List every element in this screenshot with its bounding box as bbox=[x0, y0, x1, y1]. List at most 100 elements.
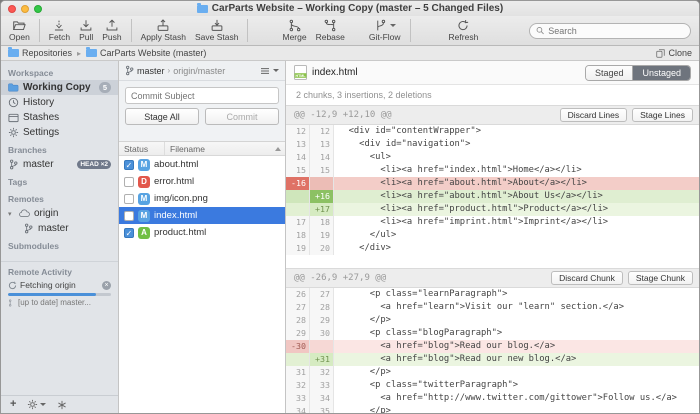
stage-all-button[interactable]: Stage All bbox=[125, 108, 199, 125]
push-icon bbox=[105, 19, 119, 32]
new-line-number bbox=[310, 340, 334, 353]
file-row[interactable]: Mindex.html bbox=[119, 207, 285, 224]
diff-line[interactable]: -30 <a href="blog">Read our blog.</a> bbox=[286, 340, 699, 353]
minimize-window-button[interactable] bbox=[21, 5, 29, 13]
unstaged-tab[interactable]: Unstaged bbox=[632, 66, 690, 80]
cancel-activity-button[interactable]: × bbox=[102, 281, 111, 290]
settings-label: Settings bbox=[23, 127, 59, 138]
tracking-branch-label: origin/master bbox=[173, 66, 225, 76]
code-text: <a href="learn">Visit our "learn" sectio… bbox=[334, 301, 699, 314]
remotes-section-header: Remotes bbox=[1, 189, 118, 206]
open-button[interactable]: Open bbox=[9, 19, 30, 42]
breadcrumb-separator: ▸ bbox=[77, 49, 81, 58]
actions-asterisk-icon[interactable] bbox=[57, 400, 67, 410]
stage-checkbox[interactable]: ✓ bbox=[124, 228, 134, 238]
diff-line[interactable]: 3132 </p> bbox=[286, 366, 699, 379]
svg-text:HTML: HTML bbox=[296, 74, 307, 78]
commit-subject-input[interactable] bbox=[125, 87, 279, 104]
stage-checkbox[interactable] bbox=[124, 211, 134, 221]
breadcrumb-current-label: CarParts Website (master) bbox=[100, 48, 206, 58]
chunk-header-1: @@ -12,9 +12,10 @@ Discard Lines Stage L… bbox=[286, 105, 699, 125]
pull-button[interactable]: Pull bbox=[79, 19, 93, 42]
stage-chunk-button[interactable]: Stage Chunk bbox=[628, 271, 693, 285]
title-bar: CarParts Website – Working Copy (master … bbox=[1, 1, 699, 16]
folder-icon bbox=[86, 49, 97, 57]
sidebar-item-remote-master[interactable]: master bbox=[1, 221, 118, 236]
gitflow-button[interactable]: Git-Flow bbox=[369, 19, 401, 42]
rebase-button[interactable]: Rebase bbox=[316, 19, 345, 42]
diff-line[interactable]: 3233 <p class="twitterParagraph"> bbox=[286, 379, 699, 392]
commit-button[interactable]: Commit bbox=[205, 108, 279, 125]
search-field[interactable] bbox=[529, 23, 691, 39]
sidebar-item-working-copy[interactable]: Working Copy 5 bbox=[1, 80, 118, 95]
stage-checkbox[interactable] bbox=[124, 194, 134, 204]
filename-column-header[interactable]: Filename bbox=[165, 144, 285, 154]
view-options-button[interactable] bbox=[260, 67, 279, 75]
diff-line[interactable]: 1414 <ul> bbox=[286, 151, 699, 164]
activity-status-row: [up to date] master... bbox=[1, 297, 118, 308]
sidebar-item-stashes[interactable]: Stashes bbox=[1, 110, 118, 125]
sidebar-item-settings[interactable]: Settings bbox=[1, 125, 118, 140]
sidebar-item-history[interactable]: History bbox=[1, 95, 118, 110]
code-text: <li><a href="product.html">Product</a></… bbox=[334, 203, 699, 216]
file-row[interactable]: Mimg/icon.png bbox=[119, 190, 285, 207]
search-input[interactable] bbox=[548, 26, 684, 36]
diff-chunk-rows: 1212 <div id="contentWrapper">1313 <div … bbox=[286, 125, 699, 255]
branch-bar[interactable]: master › origin/master bbox=[119, 61, 285, 81]
close-window-button[interactable] bbox=[8, 5, 16, 13]
breadcrumb-current-repo[interactable]: CarParts Website (master) bbox=[86, 48, 206, 58]
code-text: <p class="twitterParagraph"> bbox=[334, 379, 699, 392]
discard-chunk-button[interactable]: Discard Chunk bbox=[551, 271, 623, 285]
toolbar-divider bbox=[247, 19, 248, 42]
apply-stash-label: Apply Stash bbox=[141, 33, 186, 42]
diff-line[interactable]: 1212 <div id="contentWrapper"> bbox=[286, 125, 699, 138]
file-status-badge: M bbox=[138, 193, 150, 205]
diff-line[interactable]: 2627 <p class="learnParagraph"> bbox=[286, 288, 699, 301]
merge-button[interactable]: Merge bbox=[282, 19, 306, 42]
new-line-number: +16 bbox=[310, 190, 334, 203]
push-button[interactable]: Push bbox=[102, 19, 121, 42]
sidebar-item-branch-master[interactable]: master HEAD ×2 bbox=[1, 157, 118, 172]
file-row[interactable]: ✓Mabout.html bbox=[119, 156, 285, 173]
diff-line[interactable]: 1920 </div> bbox=[286, 242, 699, 255]
pull-icon bbox=[79, 19, 93, 32]
add-repository-button[interactable]: + bbox=[10, 399, 16, 410]
apply-stash-icon bbox=[156, 19, 170, 32]
disclosure-triangle-icon[interactable]: ▾ bbox=[8, 210, 15, 218]
diff-line[interactable]: 1515 <li><a href="index.html">Home</a></… bbox=[286, 164, 699, 177]
diff-line[interactable]: +16 <li><a href="about.html">About Us</a… bbox=[286, 190, 699, 203]
status-column-header[interactable]: Status bbox=[119, 142, 165, 155]
stage-lines-button[interactable]: Stage Lines bbox=[632, 108, 693, 122]
sidebar: Workspace Working Copy 5 History Stashes… bbox=[1, 61, 119, 413]
diff-line[interactable]: 2829 </p> bbox=[286, 314, 699, 327]
diff-line[interactable]: 3334 <a href="http://www.twitter.com/git… bbox=[286, 392, 699, 405]
sidebar-settings-button[interactable] bbox=[27, 399, 46, 410]
sidebar-item-remote-origin[interactable]: ▾ origin bbox=[1, 206, 118, 221]
stage-checkbox[interactable] bbox=[124, 177, 134, 187]
discard-lines-button[interactable]: Discard Lines bbox=[560, 108, 628, 122]
diff-line[interactable]: +17 <li><a href="product.html">Product</… bbox=[286, 203, 699, 216]
tags-section-header: Tags bbox=[1, 172, 118, 189]
file-row[interactable]: ✓Aproduct.html bbox=[119, 224, 285, 241]
stage-checkbox[interactable]: ✓ bbox=[124, 160, 134, 170]
diff-line[interactable]: +31 <a href="blog">Read our new blog.</a… bbox=[286, 353, 699, 366]
zoom-window-button[interactable] bbox=[34, 5, 42, 13]
diff-line[interactable]: -16 <li><a href="about.html">About</a></… bbox=[286, 177, 699, 190]
diff-line[interactable]: 3435 </p> bbox=[286, 405, 699, 413]
stashes-box-icon bbox=[8, 112, 19, 123]
diff-line[interactable]: 1313 <div id="navigation"> bbox=[286, 138, 699, 151]
file-row[interactable]: Derror.html bbox=[119, 173, 285, 190]
breadcrumb-repositories-label: Repositories bbox=[22, 48, 72, 58]
diff-line[interactable]: 2728 <a href="learn">Visit our "learn" s… bbox=[286, 301, 699, 314]
file-table: Status Filename ✓Mabout.htmlDerror.htmlM… bbox=[119, 141, 285, 413]
staged-tab[interactable]: Staged bbox=[586, 66, 633, 80]
diff-line[interactable]: 2930 <p class="blogParagraph"> bbox=[286, 327, 699, 340]
save-stash-button[interactable]: Save Stash bbox=[195, 19, 238, 42]
refresh-button[interactable]: Refresh bbox=[449, 19, 479, 42]
fetch-button[interactable]: Fetch bbox=[49, 19, 70, 42]
apply-stash-button[interactable]: Apply Stash bbox=[141, 19, 186, 42]
breadcrumb-repositories[interactable]: Repositories bbox=[8, 48, 72, 58]
diff-line[interactable]: 1819 </ul> bbox=[286, 229, 699, 242]
diff-line[interactable]: 1718 <li><a href="imprint.html">Imprint<… bbox=[286, 216, 699, 229]
clone-button[interactable]: Clone bbox=[656, 48, 692, 58]
